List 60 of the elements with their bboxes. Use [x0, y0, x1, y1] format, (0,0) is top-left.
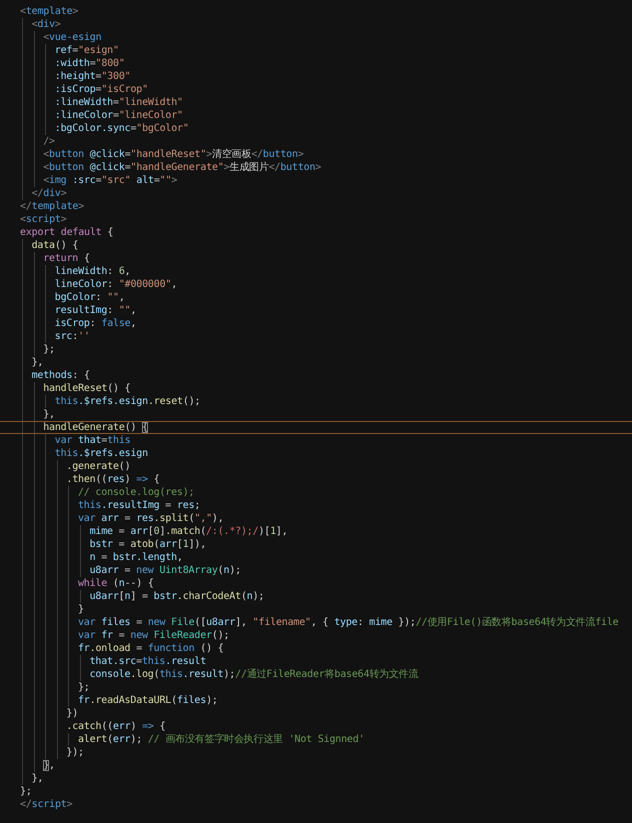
code-line: var arr = res.split(","), — [78, 512, 225, 525]
code-line: .catch((err) => { — [66, 720, 166, 733]
code-line: u8arr = new Uint8Array(n); — [90, 564, 242, 577]
code-line: :lineColor="lineColor" — [54, 109, 184, 122]
code-line: // console.log(res); — [78, 486, 196, 499]
code-line: var files = new File([u8arr], "filename", { type: mime });//使用File()函数将base64转为文件流file — [78, 616, 620, 629]
code-line: that.src=this.result — [90, 655, 208, 668]
code-line: n = bstr.length, — [90, 551, 184, 564]
code-line: lineWidth: 6, — [54, 265, 132, 278]
code-line: }; — [78, 681, 91, 694]
code-line: <img :src="src" alt=""> — [43, 174, 178, 187]
code-line: isCrop: false, — [54, 317, 138, 330]
code-line: fr.readAsDataURL(files); — [78, 694, 219, 707]
code-line: }; — [20, 785, 33, 798]
code-line: <script> — [20, 213, 68, 226]
code-line: console.log(this.result);//通过FileReader将base64转为文件流 — [90, 668, 420, 681]
code-line: while (n--) { — [78, 577, 155, 590]
code-line: bgColor: "", — [54, 291, 126, 304]
code-line: var that=this — [54, 434, 132, 447]
code-line: :bgColor.sync="bgColor" — [54, 122, 190, 135]
code-line: }, — [32, 356, 44, 369]
code-line: :isCrop="isCrop" — [54, 83, 149, 96]
code-line: :width="800" — [54, 57, 126, 70]
code-line: u8arr[n] = bstr.charCodeAt(n); — [90, 590, 266, 603]
code-line: <div> — [32, 18, 62, 31]
code-line: <button @click="handleGenerate">生成图片</button> — [43, 161, 322, 174]
code-line: .generate() — [66, 460, 132, 473]
code-line: mime = arr[0].match(/:(.*?);/)[1], — [90, 525, 289, 538]
code-line: this.resultImg = res; — [78, 499, 202, 512]
code-line: bstr = atob(arr[1]), — [90, 538, 208, 551]
code-line: methods: { — [32, 369, 91, 382]
code-line: var fr = new FileReader(); — [78, 629, 230, 642]
code-line: } — [78, 603, 85, 616]
code-line: }); — [66, 746, 85, 759]
code-line: <vue-esign — [43, 31, 102, 44]
code-line: this.$refs.esign — [54, 447, 149, 460]
code-line: handleReset() { — [43, 382, 132, 395]
code-line: }) — [66, 707, 80, 720]
code-line: .then((res) => { — [66, 473, 161, 486]
code-line: :lineWidth="lineWidth" — [54, 96, 184, 109]
code-line: export default { — [20, 226, 114, 239]
code-line: lineColor: "#000000", — [54, 278, 178, 291]
code-line: fr.onload = function () { — [78, 642, 225, 655]
code-line: /> — [43, 135, 56, 148]
code-line: src:'' — [54, 330, 91, 343]
code-line: <button @click="handleReset">清空画板</button> — [43, 148, 305, 161]
code-line: </div> — [32, 187, 68, 200]
code-line: this.$refs.esign.reset(); — [54, 395, 202, 408]
code-line: return { — [43, 252, 91, 265]
code-line: data() { — [32, 239, 80, 252]
code-line: resultImg: "", — [54, 304, 138, 317]
code-line: :height="300" — [54, 70, 132, 83]
code-line: }, — [32, 772, 44, 785]
code-line: alert(err); // 画布没有签字时会执行这里 'Not Signned' — [78, 733, 366, 746]
code-line: </template> — [20, 200, 86, 213]
code-line: }; — [43, 343, 56, 356]
code-line: </script> — [20, 798, 74, 811]
code-line: }, — [43, 408, 56, 421]
code-line: ref="esign" — [54, 44, 120, 57]
code-line: <template> — [20, 5, 80, 18]
